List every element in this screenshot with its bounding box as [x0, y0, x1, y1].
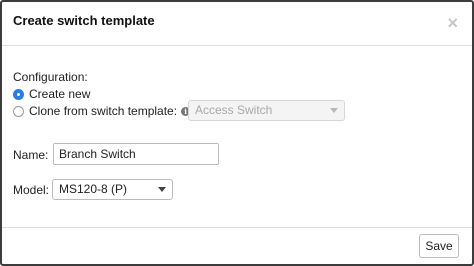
- chevron-down-icon: [158, 187, 166, 192]
- dialog-header: Create switch template ×: [2, 2, 472, 46]
- radio-clone-from-template[interactable]: Clone from switch template: i: [13, 104, 191, 118]
- create-switch-template-dialog: Create switch template × Configuration: …: [0, 0, 474, 266]
- radio-create-new-button[interactable]: [13, 88, 24, 100]
- radio-clone-button[interactable]: [13, 105, 24, 117]
- model-select[interactable]: MS120-8 (P): [52, 179, 173, 200]
- dialog-title: Create switch template: [13, 13, 155, 28]
- name-field[interactable]: Branch Switch: [53, 143, 219, 165]
- dialog-body: Configuration: Create new Clone from swi…: [2, 46, 472, 228]
- configuration-label: Configuration:: [13, 70, 88, 84]
- dialog-footer: Save: [2, 227, 472, 264]
- close-icon[interactable]: ×: [447, 14, 458, 32]
- radio-create-new[interactable]: Create new: [13, 87, 90, 101]
- clone-template-select-value: Access Switch: [195, 103, 273, 117]
- name-field-value: Branch Switch: [59, 147, 136, 161]
- radio-clone-label: Clone from switch template:: [29, 104, 178, 118]
- radio-create-new-label: Create new: [29, 87, 91, 101]
- clone-template-select[interactable]: Access Switch: [188, 100, 345, 121]
- model-select-value: MS120-8 (P): [59, 182, 128, 196]
- model-label: Model:: [13, 183, 50, 197]
- name-label: Name:: [13, 148, 49, 162]
- chevron-down-icon: [330, 108, 338, 113]
- save-button[interactable]: Save: [419, 234, 459, 258]
